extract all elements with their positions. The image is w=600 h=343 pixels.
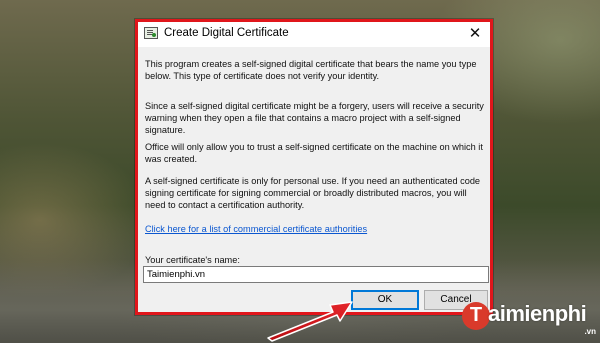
create-digital-certificate-dialog: Create Digital Certificate ✕ This progra… (135, 19, 493, 315)
watermark-initial: T (462, 302, 490, 330)
close-button[interactable]: ✕ (460, 22, 490, 47)
title-bar[interactable]: Create Digital Certificate ✕ (138, 22, 490, 47)
certificate-name-input[interactable] (143, 266, 489, 283)
trust-paragraph: Office will only allow you to trust a se… (145, 142, 483, 164)
certificate-name-label: Your certificate's name: (145, 255, 240, 265)
intro-paragraph: This program creates a self-signed digit… (145, 59, 477, 81)
watermark-name: aimienphi (488, 301, 587, 326)
ok-button[interactable]: OK (351, 290, 419, 310)
watermark-logo: T aimienphi .vn (462, 299, 598, 339)
personal-use-paragraph: A self-signed certificate is only for pe… (145, 176, 481, 210)
certificate-icon (144, 27, 158, 39)
certificate-authorities-link[interactable]: Click here for a list of commercial cert… (145, 224, 367, 234)
forgery-warning-paragraph: Since a self-signed digital certificate … (145, 101, 484, 135)
window-title: Create Digital Certificate (164, 27, 289, 39)
watermark-tld: .vn (584, 327, 596, 336)
